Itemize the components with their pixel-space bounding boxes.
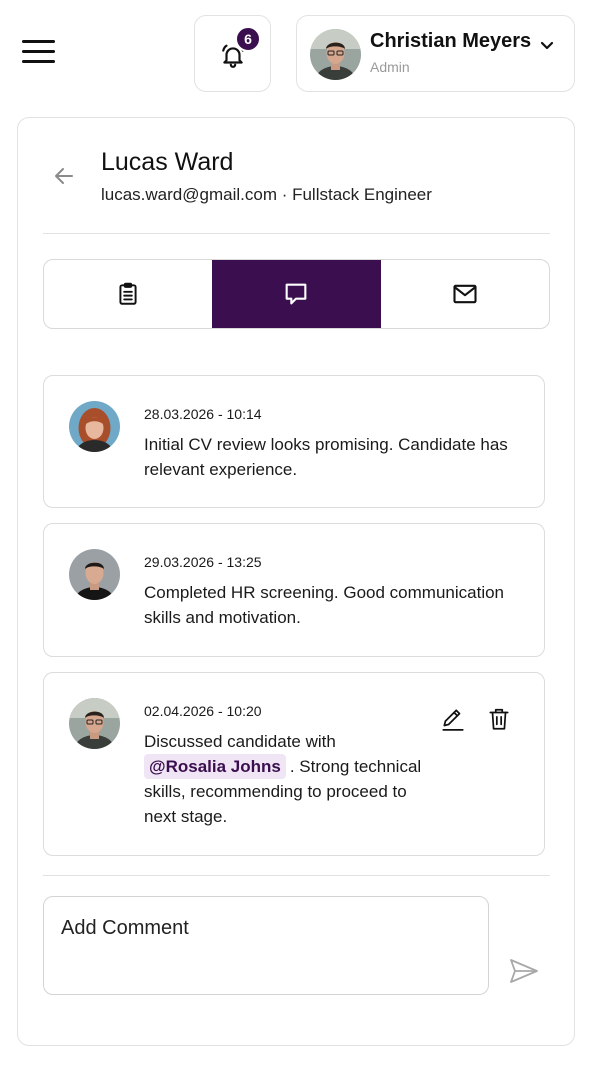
user-avatar — [310, 29, 361, 80]
comment-text: Initial CV review looks promising. Candi… — [144, 435, 508, 479]
comment-date: 29.03.2026 - 13:25 — [144, 554, 262, 570]
comment-date: 28.03.2026 - 10:14 — [144, 406, 262, 422]
divider — [43, 233, 550, 234]
pencil-icon — [442, 709, 464, 731]
back-arrow-icon[interactable] — [53, 165, 75, 187]
tab-details[interactable] — [44, 260, 212, 328]
candidate-subtitle: lucas.ward@gmail.com · Fullstack Enginee… — [101, 185, 432, 204]
tab-bar — [43, 259, 550, 329]
comment-item: 28.03.2026 - 10:14 Initial CV review loo… — [43, 375, 545, 508]
chevron-down-icon — [540, 41, 554, 50]
menu-icon[interactable] — [22, 40, 56, 64]
trash-icon — [489, 708, 509, 730]
notifications-button[interactable] — [194, 15, 271, 92]
comment-actions — [440, 706, 512, 737]
user-name: Christian Meyers — [370, 30, 532, 52]
add-comment-input[interactable] — [43, 896, 489, 995]
commenter-avatar — [69, 549, 120, 600]
tab-comments[interactable] — [212, 260, 381, 328]
commenter-avatar — [69, 401, 120, 452]
notification-count-badge: 6 — [235, 26, 261, 52]
comment-text-before: Discussed candidate with — [144, 732, 336, 751]
candidate-card: Lucas Ward lucas.ward@gmail.com · Fullst… — [17, 117, 575, 1046]
comment-date: 02.04.2026 - 10:20 — [144, 703, 262, 719]
comment-text: Discussed candidate with @Rosalia Johns.… — [144, 729, 434, 829]
send-icon[interactable] — [509, 958, 539, 984]
candidate-name: Lucas Ward — [101, 148, 234, 176]
comment-item: 29.03.2026 - 13:25 Completed HR screenin… — [43, 523, 545, 657]
mail-icon — [453, 284, 477, 304]
user-role: Admin — [370, 59, 410, 75]
divider — [43, 875, 550, 876]
user-menu[interactable]: Christian Meyers Admin — [296, 15, 575, 92]
comment-icon — [286, 283, 307, 305]
tab-email[interactable] — [381, 260, 549, 328]
delete-button[interactable] — [486, 706, 512, 737]
edit-button[interactable] — [440, 706, 466, 737]
commenter-avatar — [69, 698, 120, 749]
clipboard-icon — [119, 282, 137, 305]
comment-item: 02.04.2026 - 10:20 Discussed candidate w… — [43, 672, 545, 856]
mention-tag[interactable]: @Rosalia Johns — [144, 754, 286, 779]
comment-text: Completed HR screening. Good communicati… — [144, 583, 505, 627]
